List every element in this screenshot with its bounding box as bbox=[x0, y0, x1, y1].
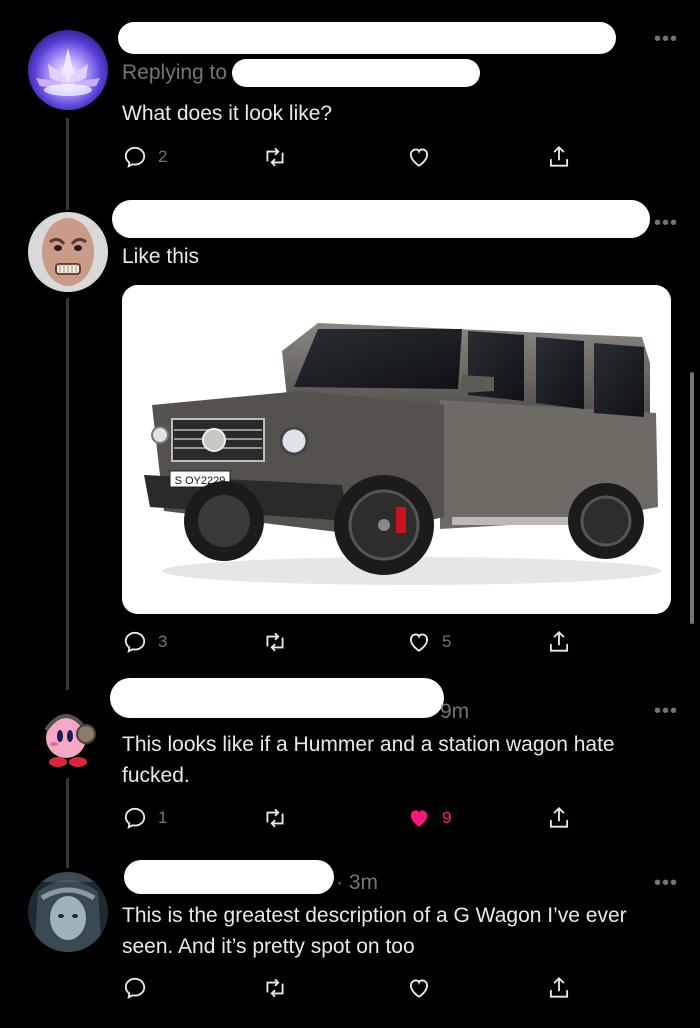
tweet-media-image[interactable]: S OY2229 bbox=[122, 285, 671, 614]
redacted-name bbox=[112, 200, 650, 238]
avatar[interactable] bbox=[28, 212, 108, 292]
like-icon bbox=[409, 633, 429, 652]
reply-icon bbox=[124, 977, 146, 999]
reply-count: 3 bbox=[158, 632, 168, 651]
reply-icon bbox=[124, 631, 146, 653]
share-button[interactable] bbox=[546, 141, 572, 173]
retweet-icon bbox=[266, 147, 284, 167]
more-options-button[interactable]: ••• bbox=[654, 872, 678, 895]
tweet-actions: 3 5 bbox=[122, 626, 582, 658]
like-icon bbox=[409, 979, 429, 998]
like-button[interactable]: 5 bbox=[406, 626, 451, 658]
tweet-actions bbox=[122, 972, 582, 1004]
tweet-timestamp: 9m bbox=[440, 700, 470, 723]
redacted-handle bbox=[232, 59, 480, 87]
retweet-icon bbox=[266, 978, 284, 998]
retweet-icon bbox=[266, 808, 284, 828]
like-button[interactable] bbox=[406, 141, 442, 173]
share-button[interactable] bbox=[546, 972, 572, 1004]
share-icon bbox=[549, 630, 569, 652]
retweet-button[interactable] bbox=[262, 626, 298, 658]
tweet-text: What does it look like? bbox=[122, 102, 333, 125]
more-options-button[interactable]: ••• bbox=[654, 212, 678, 235]
redacted-name bbox=[110, 678, 444, 718]
tweet-text: Like this bbox=[122, 245, 200, 268]
reply-icon bbox=[124, 807, 146, 829]
like-icon bbox=[410, 810, 428, 827]
scrollbar[interactable] bbox=[690, 372, 694, 624]
more-options-button[interactable]: ••• bbox=[654, 28, 678, 51]
avatar[interactable] bbox=[28, 872, 108, 952]
tweet-actions: 1 9 bbox=[122, 802, 582, 834]
more-options-button[interactable]: ••• bbox=[654, 700, 678, 723]
reply-count: 1 bbox=[158, 808, 168, 827]
reply-button[interactable]: 3 bbox=[122, 626, 167, 658]
reply-button[interactable] bbox=[122, 972, 158, 1004]
retweet-button[interactable] bbox=[262, 802, 298, 834]
redacted-name bbox=[124, 860, 334, 894]
share-icon bbox=[549, 145, 569, 167]
like-icon bbox=[409, 148, 429, 167]
reply-button[interactable]: 1 bbox=[122, 802, 167, 834]
like-button[interactable]: 9 bbox=[406, 802, 451, 834]
retweet-icon bbox=[266, 632, 284, 652]
like-count: 9 bbox=[442, 808, 452, 827]
tweet-text: This is the greatest description of a G … bbox=[122, 904, 627, 958]
replying-to-label: Replying to bbox=[122, 61, 228, 84]
tweet[interactable]: 9m ••• This looks like if a Hummer and a… bbox=[0, 670, 700, 868]
reply-icon bbox=[124, 146, 146, 168]
share-icon bbox=[549, 976, 569, 998]
share-button[interactable] bbox=[546, 626, 572, 658]
avatar[interactable] bbox=[34, 702, 102, 770]
like-button[interactable] bbox=[406, 972, 442, 1004]
retweet-button[interactable] bbox=[262, 972, 298, 1004]
retweet-button[interactable] bbox=[262, 141, 298, 173]
tweet-text: This looks like if a Hummer and a statio… bbox=[122, 733, 615, 787]
tweet-actions: 2 bbox=[122, 141, 582, 173]
like-count: 5 bbox=[442, 632, 452, 651]
tweet[interactable]: ••• Replying to What does it look like? … bbox=[0, 0, 700, 210]
conversation-thread: ••• Replying to What does it look like? … bbox=[0, 0, 700, 1028]
reply-count: 2 bbox=[158, 147, 168, 166]
thread-line bbox=[66, 298, 69, 690]
tweet[interactable]: · 3m ••• This is the greatest descriptio… bbox=[0, 840, 700, 1028]
share-icon bbox=[549, 806, 569, 828]
tweet-timestamp: · 3m bbox=[336, 871, 378, 894]
reply-button[interactable]: 2 bbox=[122, 141, 167, 173]
share-button[interactable] bbox=[546, 802, 572, 834]
avatar[interactable] bbox=[28, 30, 108, 110]
redacted-name bbox=[118, 22, 616, 54]
